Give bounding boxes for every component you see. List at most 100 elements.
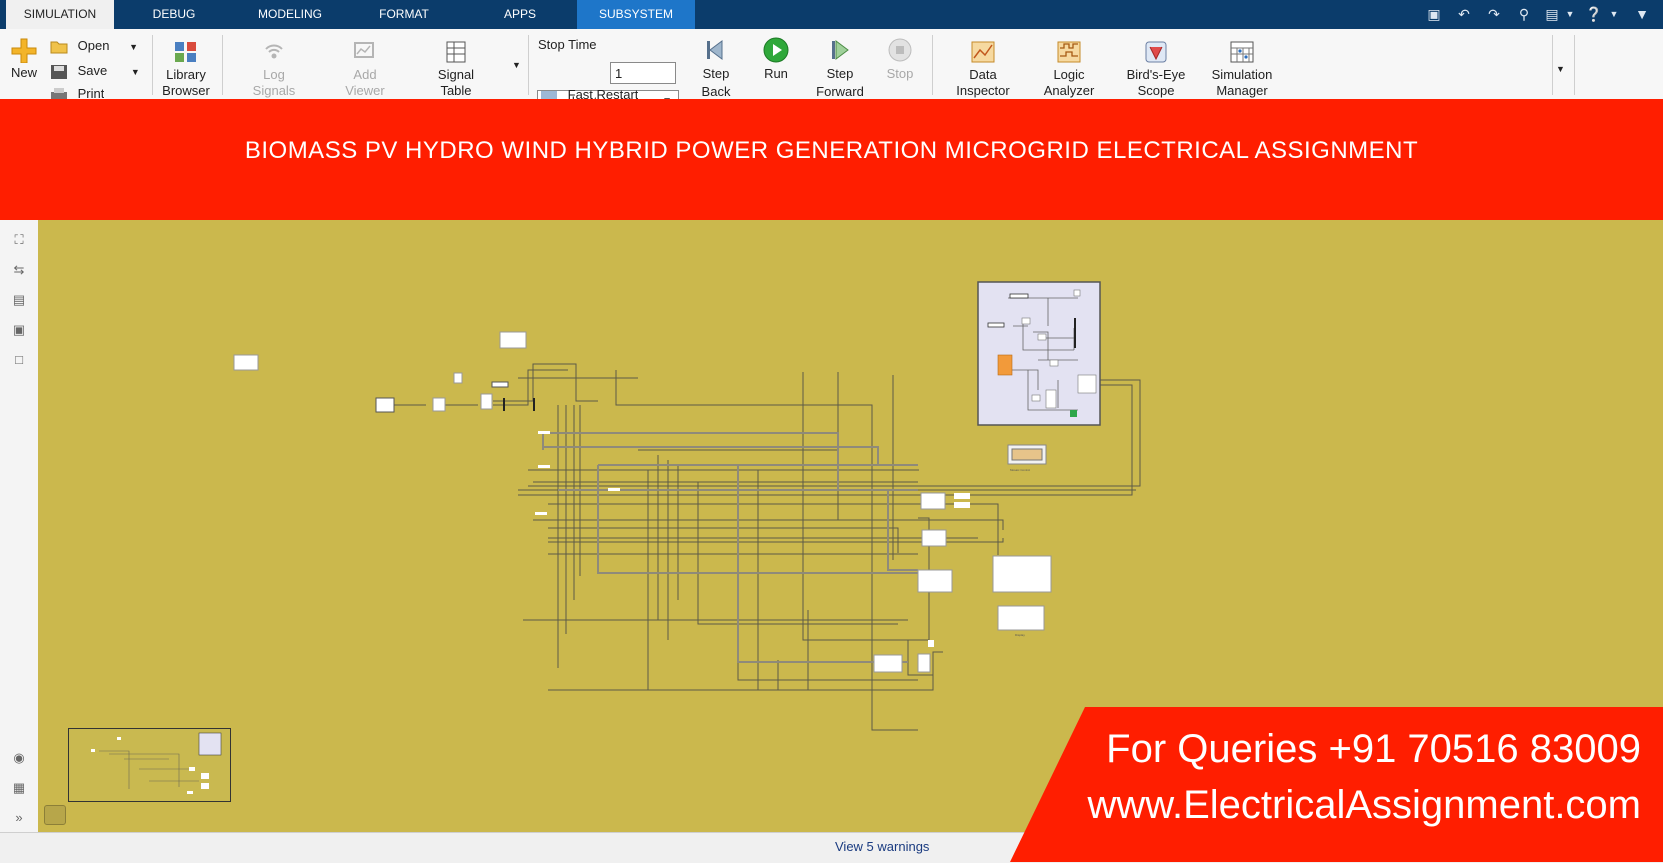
goto-tag[interactable] <box>608 488 620 491</box>
floppy-icon <box>51 64 67 79</box>
block[interactable] <box>954 502 970 508</box>
play-icon <box>763 37 789 63</box>
block[interactable] <box>480 393 493 410</box>
hide-overview-icon[interactable] <box>44 805 66 825</box>
subsystem-preview[interactable] <box>977 281 1101 426</box>
banner-title: BIOMASS PV HYDRO WIND HYBRID POWER GENER… <box>244 137 1419 164</box>
block[interactable] <box>954 493 970 499</box>
new-label: New <box>10 65 37 80</box>
block[interactable] <box>917 653 931 673</box>
ribbon-tab-bar: SIMULATION DEBUG MODELING FORMAT APPS SU… <box>0 0 1663 50</box>
step-back-button[interactable]: Step Back <box>694 37 738 99</box>
block[interactable] <box>921 529 947 547</box>
fast-restart-toggle[interactable]: Fast Restart <box>540 86 638 100</box>
data-inspector-button[interactable]: Data Inspector <box>950 39 1016 99</box>
ribbon: New Open ▼ Save ▼ Print Library Browser … <box>0 29 1663 112</box>
birds-eye-label: Bird's-Eye <box>1126 67 1186 82</box>
image-icon[interactable]: ▣ <box>10 322 28 338</box>
data-inspector-label: Data <box>969 67 997 82</box>
goto-tag[interactable] <box>535 512 547 515</box>
save-icon[interactable]: ▣ <box>1424 5 1444 23</box>
plus-icon <box>11 38 37 63</box>
sim-manager-label: Simulation <box>1211 67 1273 82</box>
save-button[interactable]: Save ▼ <box>50 61 140 81</box>
contact-website: www.ElectricalAssignment.com <box>1087 783 1642 827</box>
ribbon-separator <box>222 35 223 95</box>
blocks: Mosaic Control Display <box>233 331 1052 673</box>
step-forward-label: Step <box>826 66 854 81</box>
shortcuts-icon[interactable]: ▤ <box>1542 5 1562 23</box>
mux-bar <box>533 398 535 411</box>
zoom-fit-icon[interactable]: ⛶ <box>10 232 28 248</box>
camera-icon[interactable]: ◉ <box>10 750 28 766</box>
tab-apps[interactable]: APPS <box>470 0 570 29</box>
data-inspector-icon <box>971 41 995 63</box>
block[interactable] <box>917 569 953 593</box>
step-forward-button[interactable]: Step Forward <box>814 37 866 99</box>
ribbon-separator <box>152 35 153 95</box>
block[interactable] <box>928 640 934 647</box>
scope-block-label: Mosaic Control <box>1010 468 1030 472</box>
birds-eye-label-2: Scope <box>1137 83 1175 98</box>
review-gallery-expand-button[interactable]: ▼ <box>1556 59 1565 79</box>
prepare-gallery-expand-button[interactable]: ▼ <box>512 55 521 75</box>
tab-modeling[interactable]: MODELING <box>240 0 340 29</box>
redo-icon[interactable]: ↷ <box>1484 5 1504 23</box>
tab-subsystem-block[interactable]: SUBSYSTEM BLOCK <box>577 0 695 50</box>
viewer-icon <box>354 42 374 58</box>
contact-overlay: For Queries +91 70516 83009 www.Electric… <box>1010 707 1663 862</box>
ribbon-separator <box>528 35 529 95</box>
goto-tag[interactable] <box>538 431 550 434</box>
tab-debug[interactable]: DEBUG <box>124 0 224 29</box>
help-icon[interactable]: ❔ <box>1584 5 1604 23</box>
log-label: Log <box>263 67 285 82</box>
print-button[interactable]: Print <box>50 85 104 99</box>
block[interactable] <box>920 492 946 510</box>
undo-icon[interactable]: ↶ <box>1454 5 1474 23</box>
arrows-icon[interactable]: ⇆ <box>10 262 28 278</box>
search-icon[interactable]: ⚲ <box>1514 5 1534 23</box>
block[interactable] <box>499 331 527 349</box>
open-button[interactable]: Open ▼ <box>50 36 138 56</box>
folder-icon <box>50 41 68 54</box>
expand-panel-icon[interactable]: » <box>10 810 28 826</box>
chevron-down-icon[interactable]: ▼ <box>1604 5 1624 23</box>
block[interactable] <box>873 654 903 673</box>
add-viewer-button[interactable]: Add Viewer <box>340 39 390 99</box>
birds-eye-scope-button[interactable]: Bird's-Eye Scope <box>1122 39 1190 99</box>
warnings-link[interactable]: View 5 warnings <box>835 839 929 854</box>
tab-simulation[interactable]: SIMULATION <box>6 0 114 29</box>
run-button[interactable]: Run <box>756 37 796 99</box>
block[interactable] <box>432 397 446 412</box>
tab-format[interactable]: FORMAT <box>354 0 454 29</box>
annotation-icon[interactable]: ▤ <box>10 292 28 308</box>
stop-time-input[interactable]: 1 <box>610 62 676 84</box>
block[interactable] <box>491 381 509 388</box>
step-back-label: Step <box>702 66 730 81</box>
scope-screen <box>1011 448 1043 461</box>
log-signals-button[interactable]: Log Signals <box>250 39 298 99</box>
canvas-overview[interactable] <box>68 728 231 802</box>
powergui-block[interactable] <box>997 605 1045 631</box>
stop-button[interactable]: Stop <box>880 37 920 99</box>
block-source[interactable] <box>375 397 395 413</box>
area-icon[interactable]: □ <box>10 352 28 368</box>
step-forward-icon <box>832 40 849 60</box>
signal-table-button[interactable]: Signal Table <box>430 39 482 99</box>
logic-analyzer-button[interactable]: Logic Analyzer <box>1036 39 1102 99</box>
data-inspector-label-2: Inspector <box>956 83 1010 98</box>
printer-icon <box>51 87 67 99</box>
subsystem-block[interactable] <box>992 555 1052 593</box>
library-browser-button[interactable]: Library Browser <box>160 39 212 99</box>
goto-tag[interactable] <box>538 465 550 468</box>
collapse-ribbon-icon[interactable]: ▼ <box>1632 5 1652 23</box>
step-back-icon <box>707 40 723 60</box>
model-browser-icon[interactable]: ▦ <box>10 780 28 796</box>
signal-label: Signal <box>437 67 475 82</box>
simulation-manager-button[interactable]: Simulation Manager <box>1206 39 1278 99</box>
log-label-2: Signals <box>252 83 296 98</box>
block[interactable] <box>453 372 463 384</box>
block[interactable] <box>233 354 259 371</box>
chevron-down-icon[interactable]: ▼ <box>1560 5 1580 23</box>
new-button[interactable]: New <box>8 37 40 80</box>
